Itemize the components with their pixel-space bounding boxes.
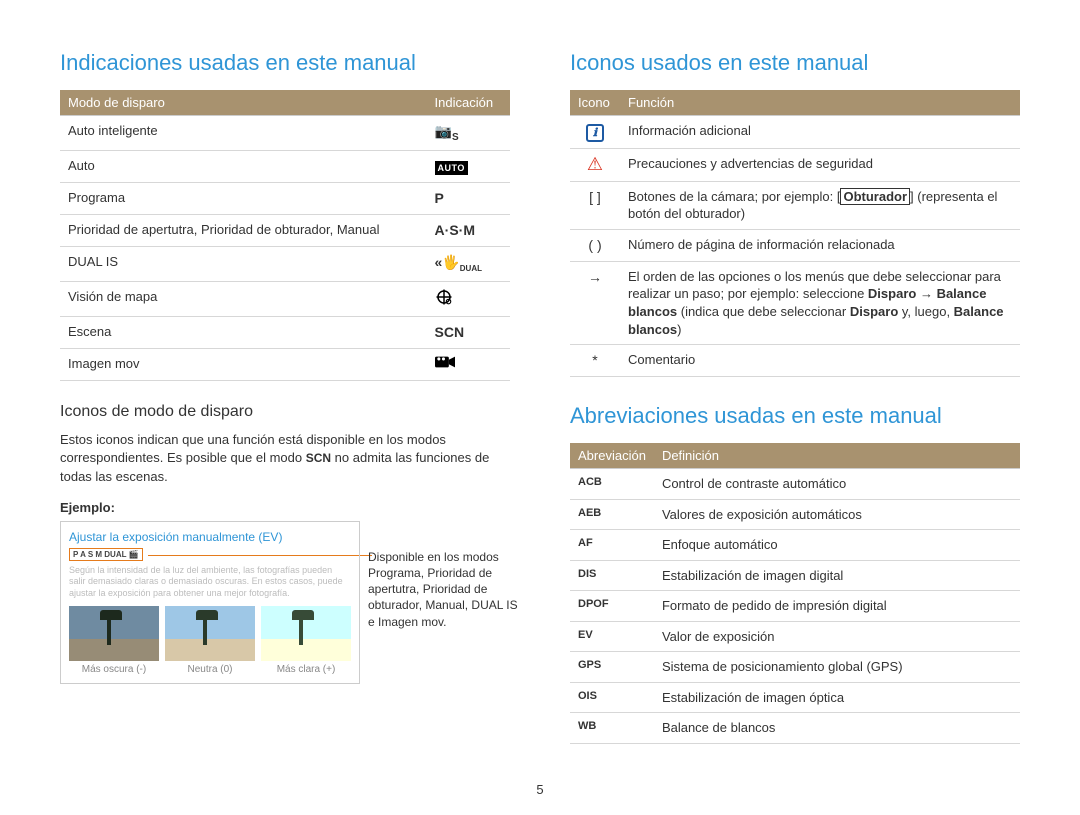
brackets-desc: Botones de la cámara; por ejemplo: [Obtu… [620,181,1020,229]
thumb-img-darker [69,606,159,661]
table-row: Visión de mapa [60,281,510,317]
right-column: Iconos usados en este manual Icono Funci… [570,50,1020,744]
table-row: Prioridad de apertutra, Prioridad de obt… [60,215,510,247]
icons-heading: Iconos usados en este manual [570,50,1020,76]
asterisk-icon: * [570,345,620,377]
example-mode-strip: P A S M DUAL 🎬 [69,548,143,561]
th-icon: Icono [570,90,620,116]
table-row: → El orden de las opciones o los menús q… [570,261,1020,344]
shooting-mode-table: Modo de disparo Indicación Auto intelige… [60,90,510,381]
table-row: AEBValores de exposición automáticos [570,499,1020,530]
table-row: EVValor de exposición [570,621,1020,652]
table-row: Programa P [60,183,510,215]
warning-icon: ⚠ [587,155,603,173]
example-thumbs: Más oscura (-) Neutra (0) Más clara (+) [69,606,351,675]
th-mode: Modo de disparo [60,90,427,116]
left-column: Indicaciones usadas en este manual Modo … [60,50,510,744]
table-row: AFEnfoque automático [570,530,1020,561]
page-number: 5 [536,782,543,797]
th-def: Definición [654,443,1020,469]
abbr-heading: Abreviaciones usadas en este manual [570,403,1020,429]
thumb-img-brighter [261,606,351,661]
example-callout: Disponible en los modos Programa, Priori… [368,549,518,630]
table-row: ⚠ Precauciones y advertencias de segurid… [570,149,1020,182]
scene-icon: SCN [427,317,510,349]
asm-icon: A·S·M [427,215,510,247]
table-row: Imagen mov [60,349,510,381]
table-row: Auto inteligente 📷S [60,116,510,151]
movie-icon [427,349,510,381]
shooting-icons-subheading: Iconos de modo de disparo [60,403,510,421]
table-row: [ ] Botones de la cámara; por ejemplo: [… [570,181,1020,229]
thumb-brighter: Más clara (+) [261,606,351,675]
table-row: OISEstabilización de imagen óptica [570,682,1020,713]
thumb-darker: Más oscura (-) [69,606,159,675]
dual-is-icon: «🖐DUAL [427,246,510,281]
smart-auto-icon: 📷S [427,116,510,151]
program-icon: P [427,183,510,215]
info-icon: ℹ [586,124,604,142]
table-row: ℹ Información adicional [570,116,1020,149]
icons-table: Icono Función ℹ Información adicional ⚠ … [570,90,1020,377]
table-row: DPOFFormato de pedido de impresión digit… [570,591,1020,622]
thumb-img-neutral [165,606,255,661]
scn-inline-icon: SCN [306,451,331,465]
table-row: DISEstabilización de imagen digital [570,560,1020,591]
arrow-icon: → [570,261,620,344]
example-blurred-text: Según la intensidad de la luz del ambien… [69,565,351,600]
table-row: WBBalance de blancos [570,713,1020,744]
table-row: Escena SCN [60,317,510,349]
table-row: * Comentario [570,345,1020,377]
example-box: Ajustar la exposición manualmente (EV) P… [60,521,360,684]
arrow-desc: El orden de las opciones o los menús que… [620,261,1020,344]
indications-heading: Indicaciones usadas en este manual [60,50,510,76]
example-label: Ejemplo: [60,500,510,515]
shooting-icons-desc: Estos iconos indican que una función est… [60,431,510,486]
auto-icon: AUTO [435,161,468,175]
th-function: Función [620,90,1020,116]
table-row: Auto AUTO [60,151,510,183]
table-row: GPSSistema de posicionamiento global (GP… [570,652,1020,683]
th-abbr: Abreviación [570,443,654,469]
example-wrapper: Ajustar la exposición manualmente (EV) P… [60,521,510,684]
table-row: ( ) Número de página de información rela… [570,229,1020,261]
table-row: DUAL IS «🖐DUAL [60,246,510,281]
abbr-table: Abreviación Definición ACBControl de con… [570,443,1020,744]
example-title: Ajustar la exposición manualmente (EV) [69,530,351,544]
parens-icon: ( ) [570,229,620,261]
map-view-icon [427,281,510,317]
th-indication: Indicación [427,90,510,116]
thumb-neutral: Neutra (0) [165,606,255,675]
table-row: ACBControl de contraste automático [570,468,1020,499]
brackets-icon: [ ] [570,181,620,229]
